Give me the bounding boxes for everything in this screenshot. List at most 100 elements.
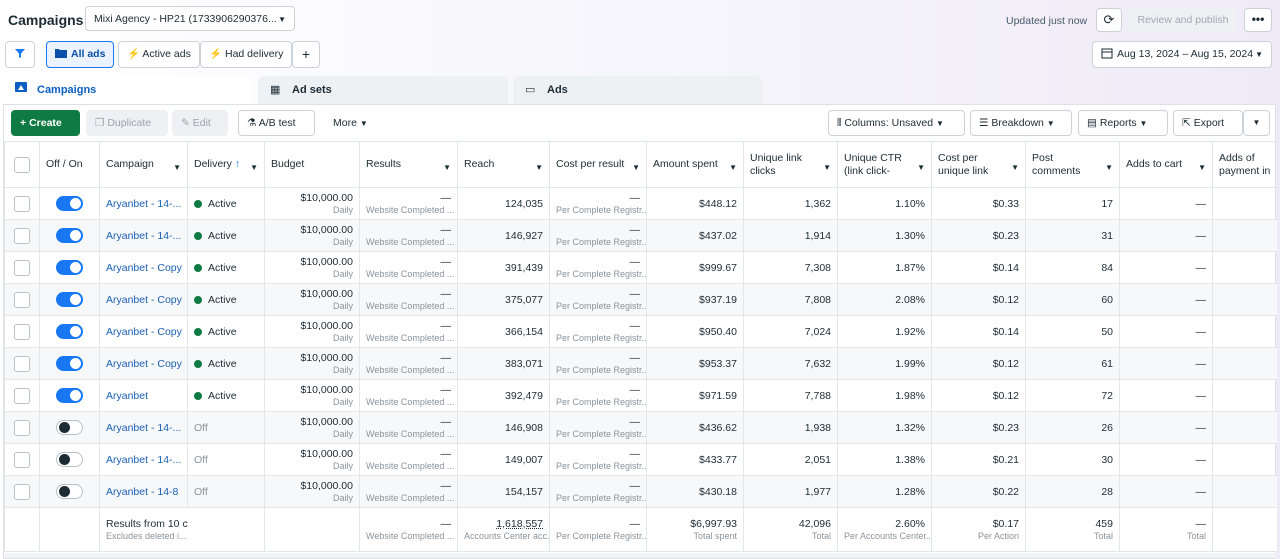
table-row[interactable]: Aryanbet - 14-... Off $10,000.00 Daily — W… [4, 443, 1277, 476]
row-checkbox[interactable] [14, 419, 30, 436]
refresh-button[interactable]: ⟳ [1096, 8, 1122, 32]
ulc-value: 7,308 [804, 261, 831, 274]
reports-button[interactable]: ▤ Reports ▼ [1078, 110, 1168, 136]
table-row[interactable]: Aryanbet - 14-8 Off $10,000.00 Daily — Web… [4, 475, 1277, 508]
reach-cell: 146,927 [457, 219, 550, 252]
row-checkbox[interactable] [14, 483, 30, 500]
date-range-picker[interactable]: Aug 13, 2024 – Aug 15, 2024 ▼ [1092, 41, 1272, 68]
row-checkbox[interactable] [14, 387, 30, 404]
select-all-checkbox[interactable] [14, 156, 30, 173]
campaign-name-link[interactable]: Aryanbet - Copy [106, 262, 182, 274]
col-cost-per-result[interactable]: Cost per result ▼ [549, 141, 647, 188]
table-row[interactable]: Aryanbet - 14-... Active $10,000.00 Daily… [4, 219, 1277, 252]
tab-ads[interactable]: ▭ Ads [513, 76, 763, 104]
cpr-cell: — Per Complete Registr... [549, 315, 647, 348]
campaign-name-link[interactable]: Aryanbet - Copy [106, 326, 182, 338]
budget-cell[interactable]: $10,000.00 Daily [264, 187, 360, 220]
table-row[interactable]: Aryanbet - Copy Active $10,000.00 Daily —… [4, 251, 1277, 284]
table-row[interactable]: Aryanbet - Copy Active $10,000.00 Daily —… [4, 347, 1277, 380]
edit-button[interactable]: ✎ Edit [172, 110, 228, 136]
campaign-name-link[interactable]: Aryanbet - Copy [106, 294, 182, 306]
campaign-name-link[interactable]: Aryanbet - 14-... [106, 422, 181, 434]
create-button[interactable]: + Create [11, 110, 80, 136]
horizontal-scrollbar[interactable] [4, 553, 1277, 558]
campaign-toggle[interactable] [56, 196, 83, 211]
campaign-name-link[interactable]: Aryanbet - 14-... [106, 454, 181, 466]
row-checkbox[interactable] [14, 227, 30, 244]
tab-ad-sets[interactable]: ▦ Ad sets [258, 76, 508, 104]
campaign-toggle[interactable] [56, 356, 83, 371]
export-button[interactable]: ⇱ Export [1173, 110, 1243, 136]
comments-cell: 26 [1025, 411, 1120, 444]
col-adds-payment[interactable]: Adds of payment in [1212, 141, 1277, 188]
all-ads-button[interactable]: All ads [46, 41, 115, 68]
campaign-toggle[interactable] [56, 420, 83, 435]
add-filter-button[interactable]: + [292, 41, 320, 68]
reach-value: 366,154 [505, 325, 543, 338]
campaign-toggle[interactable] [56, 324, 83, 339]
had-delivery-button[interactable]: ⚡ Had delivery [200, 41, 293, 68]
campaign-name-link[interactable]: Aryanbet - 14-8 [106, 486, 178, 498]
col-results[interactable]: Results ▼ [359, 141, 458, 188]
campaign-name-link[interactable]: Aryanbet [106, 390, 148, 402]
col-post-comments[interactable]: Post comments ▼ [1025, 141, 1120, 188]
row-checkbox[interactable] [14, 259, 30, 276]
export-dropdown-button[interactable]: ▼ [1243, 110, 1270, 136]
row-checkbox[interactable] [14, 291, 30, 308]
table-row[interactable]: Aryanbet - Copy Active $10,000.00 Daily —… [4, 315, 1277, 348]
campaign-toggle[interactable] [56, 228, 83, 243]
account-selector[interactable]: Mixi Agency - HP21 (1733906290376... ▼ [85, 6, 295, 31]
table-row[interactable]: Aryanbet - 14-... Off $10,000.00 Daily — W… [4, 411, 1277, 444]
row-checkbox[interactable] [14, 355, 30, 372]
review-publish-button[interactable]: Review and publish [1128, 8, 1238, 32]
col-comments-label: Post comments [1032, 151, 1081, 177]
cpulc-cell: $0.23 [931, 411, 1026, 444]
col-campaign[interactable]: Campaign ▼ [99, 141, 188, 188]
breakdown-button[interactable]: ☰ Breakdown ▼ [970, 110, 1072, 136]
budget-cell[interactable]: $10,000.00 Daily [264, 251, 360, 284]
ab-test-button[interactable]: ⚗ A/B test [238, 110, 315, 136]
filter-button[interactable] [5, 41, 35, 68]
row-checkbox[interactable] [14, 195, 30, 212]
campaign-toggle[interactable] [56, 260, 83, 275]
row-checkbox[interactable] [14, 451, 30, 468]
campaign-name-link[interactable]: Aryanbet - Copy [106, 358, 182, 370]
budget-cell[interactable]: $10,000.00 Daily [264, 283, 360, 316]
table-row[interactable]: Aryanbet - 14-... Active $10,000.00 Daily… [4, 187, 1277, 220]
duplicate-button[interactable]: ❐ Duplicate [86, 110, 168, 136]
col-unique-link-clicks[interactable]: Unique link clicks ▼ [743, 141, 838, 188]
spent-cell: $448.12 [646, 187, 744, 220]
col-reach[interactable]: Reach ▼ [457, 141, 550, 188]
campaign-toggle[interactable] [56, 452, 83, 467]
budget-cell[interactable]: $10,000.00 Daily [264, 219, 360, 252]
active-ads-button[interactable]: ⚡ Active ads [118, 41, 200, 68]
reach-value: 392,479 [505, 389, 543, 402]
table-row[interactable]: Aryanbet - Copy Active $10,000.00 Daily —… [4, 283, 1277, 316]
budget-cell[interactable]: $10,000.00 Daily [264, 379, 360, 412]
campaign-toggle[interactable] [56, 292, 83, 307]
budget-cell[interactable]: $10,000.00 Daily [264, 347, 360, 380]
col-unique-ctr[interactable]: Unique CTR (link click-through rate) ▼ [837, 141, 932, 188]
more-options-button[interactable]: ••• [1244, 8, 1272, 32]
columns-button[interactable]: ⫴ Columns: Unsaved ▼ [828, 110, 965, 136]
col-budget[interactable]: Budget [264, 141, 360, 188]
budget-cell[interactable]: $10,000.00 Daily [264, 411, 360, 444]
more-button[interactable]: More ▼ [324, 110, 380, 136]
atc-cell: — [1119, 187, 1213, 220]
table-row[interactable]: Aryanbet Active $10,000.00 Daily — Website… [4, 379, 1277, 412]
budget-cell[interactable]: $10,000.00 Daily [264, 443, 360, 476]
campaign-name-link[interactable]: Aryanbet - 14-... [106, 198, 181, 210]
budget-cell[interactable]: $10,000.00 Daily [264, 475, 360, 508]
tab-campaigns[interactable]: Campaigns [3, 76, 253, 104]
col-adds-to-cart[interactable]: Adds to cart ▼ [1119, 141, 1213, 188]
budget-cell[interactable]: $10,000.00 Daily [264, 315, 360, 348]
row-checkbox[interactable] [14, 323, 30, 340]
campaign-toggle[interactable] [56, 388, 83, 403]
col-amount-spent[interactable]: Amount spent ▼ [646, 141, 744, 188]
campaign-name-link[interactable]: Aryanbet - 14-... [106, 230, 181, 242]
col-cost-per-unique[interactable]: Cost per unique link click ▼ [931, 141, 1026, 188]
col-delivery[interactable]: Delivery ↑ ▼ [187, 141, 265, 188]
summary-row: Results from 10 c Excludes deleted i... … [4, 507, 1277, 552]
summary-ulc: 42,096 Total [743, 507, 838, 552]
campaign-toggle[interactable] [56, 484, 83, 499]
